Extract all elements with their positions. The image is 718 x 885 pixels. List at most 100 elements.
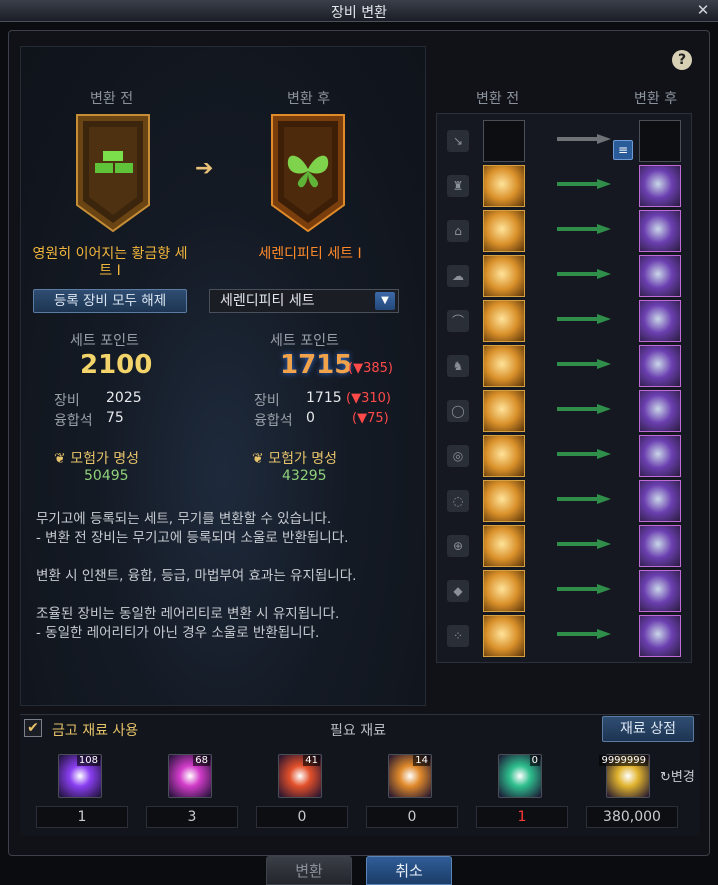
gold-bracelet-item-icon[interactable]: [483, 435, 525, 477]
before-set-point-label: 세트 포인트: [70, 333, 139, 349]
list-icon[interactable]: ≡: [613, 140, 633, 160]
dark-armor-item-icon[interactable]: [639, 165, 681, 207]
description-line: 무기고에 등록되는 세트, 무기를 변환할 수 있습니다.: [36, 511, 332, 527]
feather-shoulder-item-icon[interactable]: [639, 255, 681, 297]
material-required-qty: 1: [476, 806, 568, 828]
before-header: 변환 전: [90, 91, 134, 107]
gold-armor-item-icon[interactable]: [483, 165, 525, 207]
bracelet-slot-icon: ◎: [447, 445, 469, 467]
orange-soul-icon[interactable]: 14: [388, 754, 432, 798]
purple-shoes-item-icon[interactable]: [639, 345, 681, 387]
gold-magicstone-item-icon[interactable]: [483, 570, 525, 612]
gold-necklace-item-icon[interactable]: [483, 390, 525, 432]
gold-belt-item-icon[interactable]: [483, 300, 525, 342]
gold-shoulder-item-icon[interactable]: [483, 255, 525, 297]
conversion-arrow-icon: [557, 224, 611, 234]
slot-row: ◆: [437, 568, 693, 612]
ring-slot-icon: ◌: [447, 490, 469, 512]
conversion-arrow-icon: [557, 449, 611, 459]
top-slot-icon: ♜: [447, 175, 469, 197]
gold-pants-item-icon[interactable]: [483, 210, 525, 252]
before-fame-value: 50495: [84, 468, 129, 484]
slot-row: ⊕: [437, 523, 693, 567]
support-slot-icon: ⊕: [447, 535, 469, 557]
belt-slot-icon: ⌒: [447, 310, 469, 332]
change-label: 변경: [670, 770, 695, 785]
fame-icon: ❦: [54, 451, 71, 467]
slot-row: ◎: [437, 433, 693, 477]
required-materials-label: 필요 재료: [330, 723, 386, 739]
set-select[interactable]: 세렌디피티 세트 ▼: [209, 289, 399, 313]
ribbon-belt-item-icon[interactable]: [639, 300, 681, 342]
conversion-arrow-icon: [557, 179, 611, 189]
conversion-arrow-icon: [557, 539, 611, 549]
shoes-slot-icon: ♞: [447, 355, 469, 377]
leaf-magicstone-item-icon[interactable]: [639, 570, 681, 612]
help-icon[interactable]: ?: [672, 50, 692, 70]
slot-row: ⌂: [437, 208, 693, 252]
conversion-arrow-icon: [557, 404, 611, 414]
fame-icon: ❦: [252, 451, 269, 467]
slot-row: ⁘: [437, 613, 693, 657]
window-title: 장비 변환: [331, 5, 387, 21]
right-after-header: 변환 후: [634, 91, 678, 107]
description-line: 조율된 장비는 동일한 레어리티로 변환 시 유지됩니다.: [36, 606, 340, 622]
gold-support-item-icon[interactable]: [483, 525, 525, 567]
wing-earring-item-icon[interactable]: [639, 615, 681, 657]
use-vault-checkbox[interactable]: ✔: [24, 719, 42, 737]
unregister-all-button[interactable]: 등록 장비 모두 해제: [33, 289, 187, 313]
gold-ring-item-icon[interactable]: [483, 480, 525, 522]
material-stock-count: 41: [303, 755, 320, 766]
chest-ring-item-icon[interactable]: [639, 480, 681, 522]
slot-row: ♞: [437, 343, 693, 387]
gold-earring-item-icon[interactable]: [483, 615, 525, 657]
before-fame-row: ❦ 모험가 명성: [54, 448, 139, 468]
convert-button[interactable]: 변환: [266, 856, 352, 885]
magicstone-slot-icon: ◆: [447, 580, 469, 602]
convert-arrow-icon: ➔: [195, 156, 214, 181]
cancel-button[interactable]: 취소: [366, 856, 452, 885]
after-fusion-diff: (▼75): [352, 411, 389, 426]
conversion-arrow-icon: [557, 314, 611, 324]
close-icon[interactable]: ✕: [694, 1, 712, 19]
slot-row: ↘ ≡: [437, 118, 693, 162]
material-stock-count: 108: [76, 755, 100, 766]
gold-shoes-item-icon[interactable]: [483, 345, 525, 387]
conversion-arrow-icon: [557, 494, 611, 504]
description-line: 변환 시 인챈트, 융합, 등급, 마법부여 효과는 유지됩니다.: [36, 568, 357, 584]
pink-soul-icon[interactable]: 68: [168, 754, 212, 798]
material-stock-count: 0: [529, 755, 540, 766]
gold-coins-icon[interactable]: 9999999: [599, 754, 650, 798]
purple-soul-icon[interactable]: 108: [58, 754, 102, 798]
window-titlebar: 장비 변환 ✕: [0, 0, 718, 22]
material-required-qty: 3: [146, 806, 238, 828]
feather-necklace-item-icon[interactable]: [639, 390, 681, 432]
chevron-down-icon[interactable]: ▼: [375, 292, 395, 310]
red-soul-icon[interactable]: 41: [278, 754, 322, 798]
after-fusion-value: 0: [306, 410, 315, 426]
slot-row: ☁: [437, 253, 693, 297]
dark-pants-item-icon[interactable]: [639, 210, 681, 252]
material-stock-count: 14: [413, 755, 430, 766]
before-equip-label: 장비: [54, 393, 80, 409]
mask-support-item-icon[interactable]: [639, 525, 681, 567]
after-set-banner: [270, 113, 346, 233]
before-set-points: 2100: [80, 350, 153, 380]
wand-bracelet-item-icon[interactable]: [639, 435, 681, 477]
after-set-name: 세렌디피티 세트 I: [258, 246, 362, 262]
green-orb-icon[interactable]: 0: [498, 754, 542, 798]
change-link[interactable]: ↻변경: [660, 766, 695, 785]
right-before-header: 변환 전: [476, 91, 520, 107]
after-set-point-label: 세트 포인트: [270, 333, 339, 349]
empty-item-icon[interactable]: [639, 120, 681, 162]
material-shop-button[interactable]: 재료 상점: [602, 716, 694, 742]
empty-item-icon[interactable]: [483, 120, 525, 162]
before-fusion-value: 75: [106, 410, 124, 426]
before-fusion-label: 융합석: [54, 413, 93, 429]
description-line: - 동일한 레어리티가 아닌 경우 소울로 반환됩니다.: [36, 625, 320, 641]
necklace-slot-icon: ◯: [447, 400, 469, 422]
slot-row: ♜: [437, 163, 693, 207]
description-text: 무기고에 등록되는 세트, 무기를 변환할 수 있습니다. - 변환 전 장비는…: [36, 510, 426, 643]
after-header: 변환 후: [287, 91, 331, 107]
material-stock-count: 9999999: [599, 755, 648, 766]
